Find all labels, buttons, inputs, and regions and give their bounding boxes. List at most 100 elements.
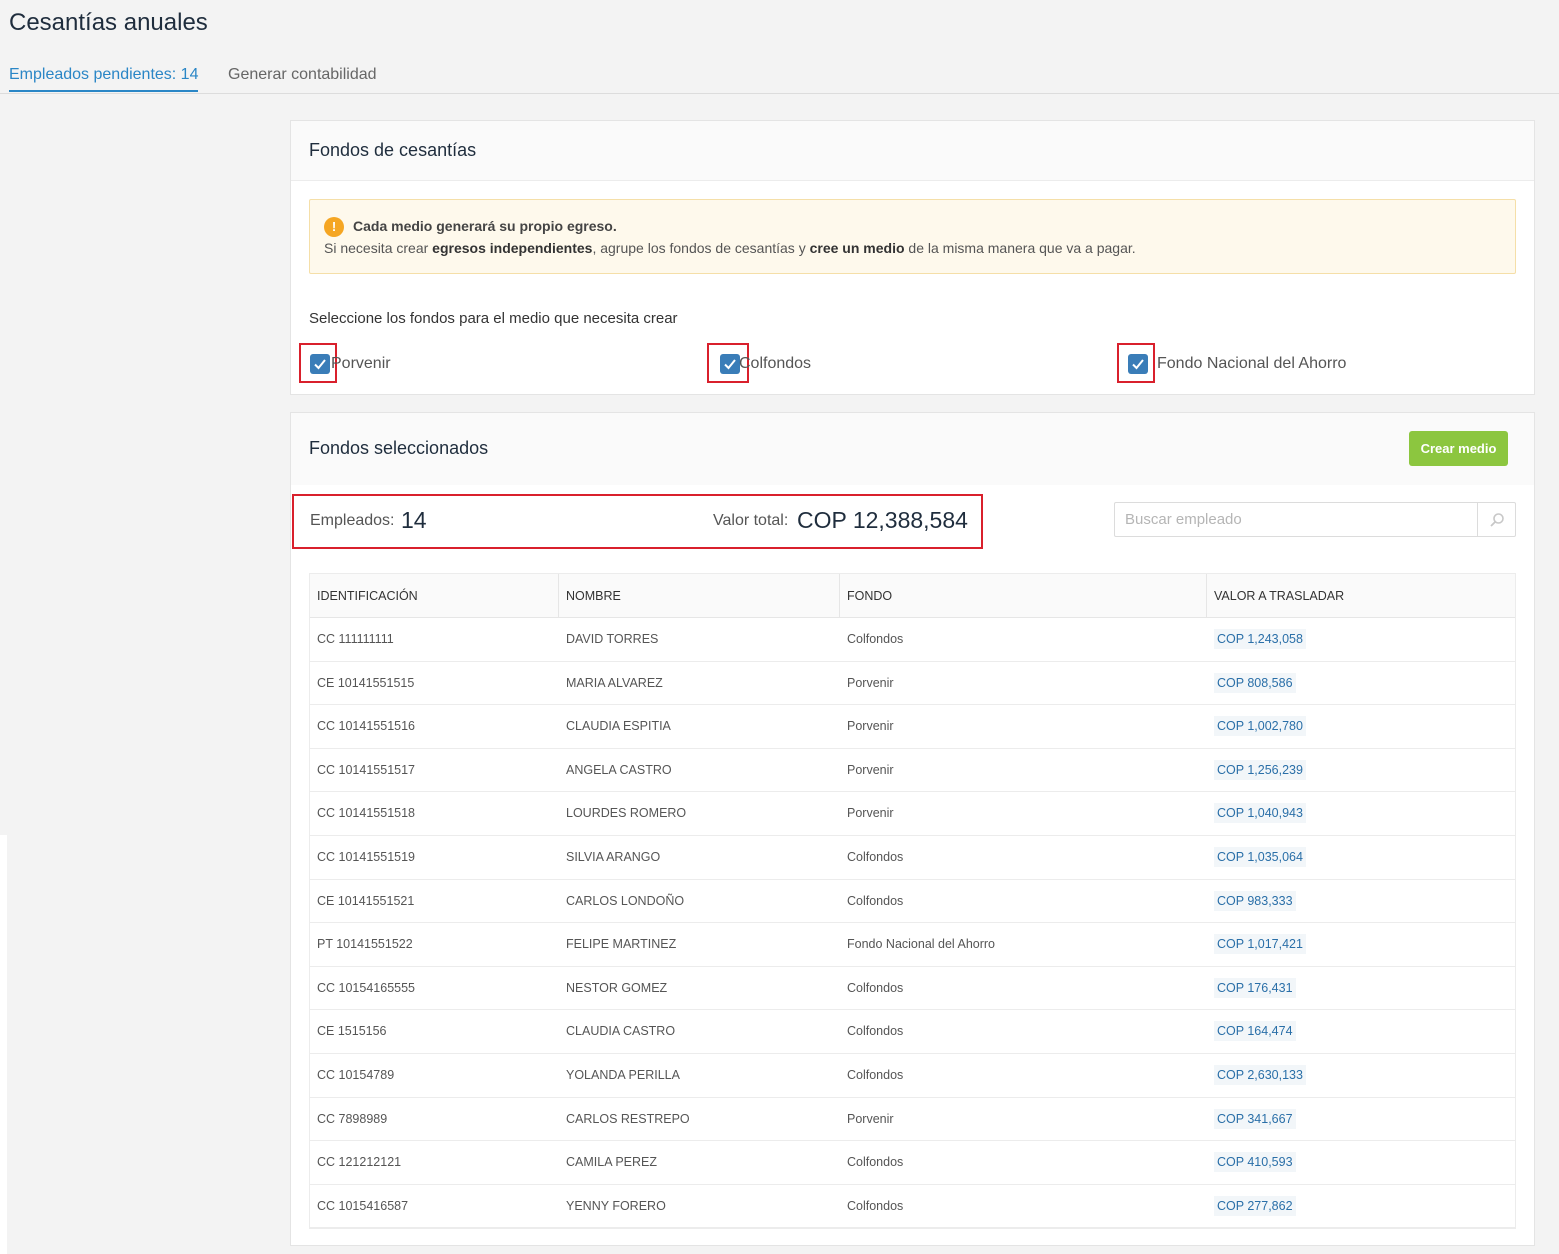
crear-medio-button[interactable]: Crear medio [1409,431,1508,466]
cell-valor-link[interactable]: COP 176,431 [1214,977,1296,998]
checkmark-icon [1132,359,1144,370]
search-button[interactable] [1477,503,1515,536]
cell-nombre: ANGELA CASTRO [566,762,672,777]
cell-identificacion: CC 111111111 [317,632,394,646]
col-header-valor[interactable]: VALOR A TRASLADAR [1214,589,1344,603]
cell-valor-link[interactable]: COP 1,002,780 [1214,716,1306,737]
table-row: CE 10141551521 CARLOS LONDOÑO Colfondos COP… [310,880,1515,924]
fund-label-porvenir[interactable]: Porvenir [331,355,391,373]
cell-valor-link[interactable]: COP 1,035,064 [1214,846,1306,867]
cell-nombre: YOLANDA PERILLA [566,1067,680,1082]
cell-fondo: Porvenir [847,675,894,690]
table-body: CC 111111111 DAVID TORRES Colfondos COP 1,2… [310,618,1515,1229]
alert-text-part: Si necesita crear [324,240,433,256]
cell-nombre: CARLOS RESTREPO [566,1111,690,1126]
cell-fondo: Colfondos [847,1198,904,1213]
table-row: CC 111111111 DAVID TORRES Colfondos COP 1,2… [310,618,1515,662]
alert-text-part: , agrupe los fondos de cesantías y [592,240,810,256]
cell-fondo: Porvenir [847,762,894,777]
table-row: PT 10141551522 FELIPE MARTINEZ Fondo Nacio… [310,923,1515,967]
col-header-nombre[interactable]: NOMBRE [566,589,621,603]
funds-card-title: Fondos de cesantías [309,140,477,160]
search-icon [1490,513,1504,527]
cell-nombre: CLAUDIA CASTRO [566,1024,676,1039]
cell-valor-link[interactable]: COP 164,474 [1214,1021,1296,1042]
cell-nombre: YENNY FORERO [566,1198,666,1213]
funds-card: Fondos de cesantías ! Cada medio generar… [290,120,1535,395]
total-label: Valor total: [713,512,789,529]
selected-funds-card: Fondos seleccionados Crear medio Emplead… [290,412,1535,1246]
fund-label-colfondos[interactable]: Colfondos [739,355,811,373]
cell-valor-link[interactable]: COP 410,593 [1214,1152,1296,1173]
table-row: CC 10141551516 CLAUDIA ESPITIA Porvenir COP… [310,705,1515,749]
select-funds-label: Seleccione los fondos para el medio que … [309,310,678,327]
total-value: COP 12,388,584 [797,507,968,533]
cell-nombre: FELIPE MARTINEZ [566,937,677,952]
cell-fondo: Porvenir [847,806,894,821]
checkbox-porvenir[interactable] [310,354,330,374]
tab-empleados-pendientes[interactable]: Empleados pendientes: 14 [9,66,199,92]
search-input[interactable] [1115,503,1478,536]
cell-valor-link[interactable]: COP 808,586 [1214,672,1296,693]
selected-card-title: Fondos seleccionados [309,438,489,458]
cell-fondo: Colfondos [847,893,904,908]
alert-text-part: de la misma manera que va a pagar. [904,240,1136,256]
cell-identificacion: CE 10141551515 [317,675,415,690]
info-alert: ! Cada medio generará su propio egreso. … [309,199,1516,274]
cell-valor-link[interactable]: COP 1,040,943 [1214,803,1306,824]
checkbox-fna[interactable] [1128,354,1148,374]
cell-valor-link[interactable]: COP 277,862 [1214,1195,1296,1216]
table-row: CC 10141551517 ANGELA CASTRO Porvenir COP 1… [310,749,1515,793]
cell-fondo: Colfondos [847,1155,904,1170]
cell-valor-link[interactable]: COP 341,667 [1214,1108,1296,1129]
funds-card-header: Fondos de cesantías [291,121,1534,181]
table-row: CC 10141551518 LOURDES ROMERO Porvenir COP … [310,792,1515,836]
cell-identificacion: CC 121212121 [317,1155,402,1170]
table-header: IDENTIFICACIÓN NOMBRE FONDO VALOR A TRAS… [310,574,1515,618]
cell-identificacion: CC 10141551518 [317,806,415,821]
page-title: Cesantías anuales [9,9,208,36]
table-row: CC 10154165555 NESTOR GOMEZ Colfondos COP 1… [310,967,1515,1011]
cell-nombre: CAMILA PEREZ [566,1155,657,1170]
summary-highlight: Empleados: 14 Valor total: COP 12,388,58… [292,494,983,549]
cell-valor-link[interactable]: COP 1,256,239 [1214,759,1306,780]
employees-label: Empleados: [310,512,395,529]
table-row: CC 121212121 CAMILA PEREZ Colfondos COP 410… [310,1141,1515,1185]
checkmark-icon [314,359,326,370]
cell-valor-link[interactable]: COP 1,017,421 [1214,934,1306,955]
cell-nombre: LOURDES ROMERO [566,806,687,821]
cell-identificacion: CE 1515156 [317,1024,387,1039]
alert-title: Cada medio generará su propio egreso. [353,218,617,234]
search-box [1114,502,1516,537]
alert-text: Si necesita crear egresos independientes… [324,240,1136,256]
table-row: CC 1015416587 YENNY FORERO Colfondos COP 27… [310,1185,1515,1229]
cell-nombre: CARLOS LONDOÑO [566,893,685,908]
cell-fondo: Colfondos [847,1067,904,1082]
cell-nombre: CLAUDIA ESPITIA [566,719,671,734]
table-row: CE 10141551515 MARIA ALVAREZ Porvenir COP 8… [310,662,1515,706]
cell-fondo: Colfondos [847,1024,904,1039]
cell-identificacion: CC 10141551519 [317,849,415,864]
info-icon: ! [324,217,344,237]
tabs-bar: Empleados pendientes: 14 Generar contabi… [0,60,1559,94]
fund-label-fna[interactable]: Fondo Nacional del Ahorro [1157,355,1346,373]
table-row: CC 10154789 YOLANDA PERILLA Colfondos COP 2… [310,1054,1515,1098]
cell-fondo: Fondo Nacional del Ahorro [847,937,996,952]
col-header-identificacion[interactable]: IDENTIFICACIÓN [317,589,418,603]
cell-valor-link[interactable]: COP 1,243,058 [1214,629,1306,649]
col-header-fondo[interactable]: FONDO [847,589,892,603]
cell-nombre: DAVID TORRES [566,632,659,646]
cell-nombre: NESTOR GOMEZ [566,980,668,995]
alert-text-bold: cree un medio [809,240,905,256]
cell-nombre: SILVIA ARANGO [566,849,661,864]
employees-table: IDENTIFICACIÓN NOMBRE FONDO VALOR A TRAS… [309,573,1516,1230]
cell-identificacion: CC 10141551516 [317,719,415,734]
cell-identificacion: CE 10141551521 [317,893,415,908]
cell-valor-link[interactable]: COP 2,630,133 [1214,1064,1306,1085]
cell-valor-link[interactable]: COP 983,333 [1214,890,1296,911]
tab-generar-contabilidad[interactable]: Generar contabilidad [228,66,377,90]
cell-fondo: Colfondos [847,849,904,864]
cell-fondo: Porvenir [847,719,894,734]
cell-fondo: Porvenir [847,1111,894,1126]
checkbox-colfondos[interactable] [720,354,740,374]
